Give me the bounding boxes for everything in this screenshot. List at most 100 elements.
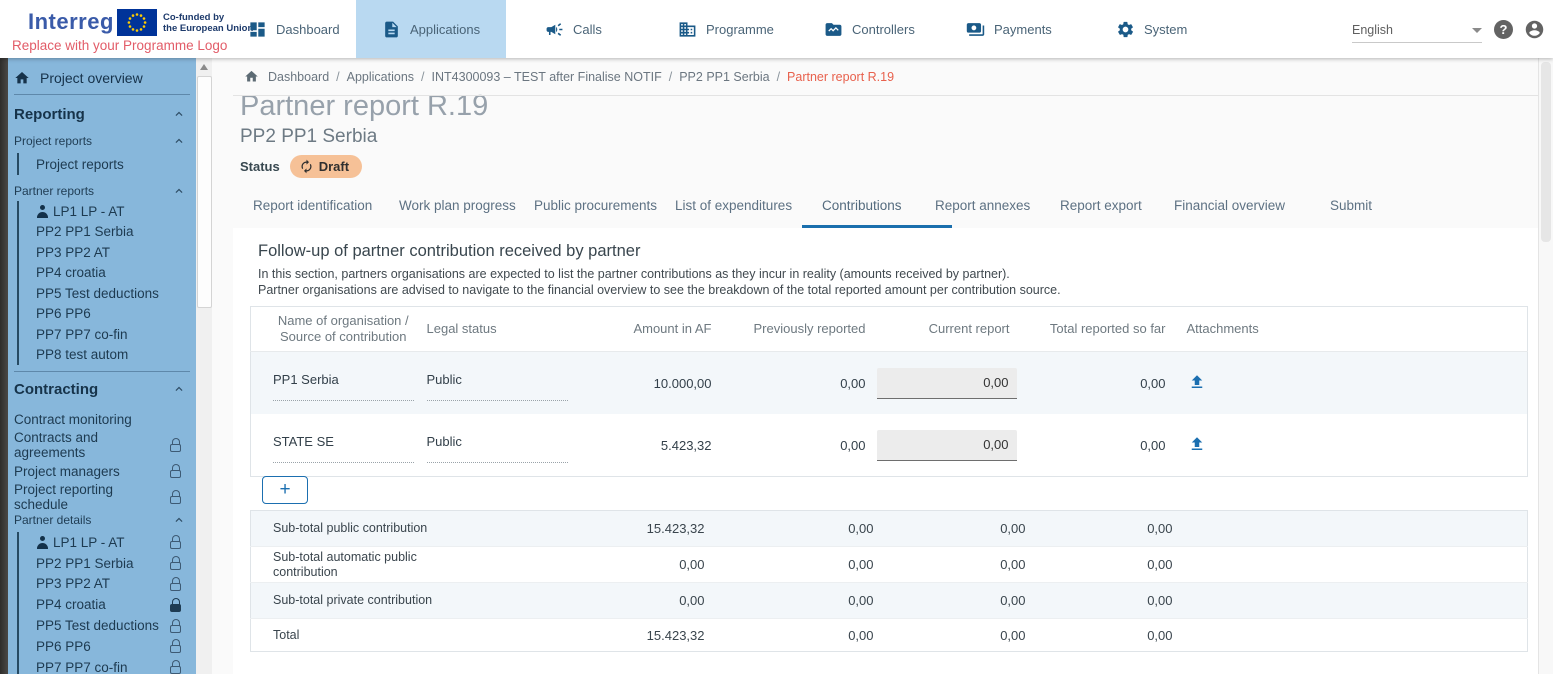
sidebar-item-partner-detail[interactable]: PP2 PP1 Serbia (19, 553, 196, 574)
sidebar-section-project-reports[interactable]: Project reports (14, 133, 186, 149)
sidebar-item-partner-report[interactable]: PP5 Test deductions (19, 283, 196, 304)
chevron-up-icon (172, 382, 186, 396)
sidebar-item-partner-report[interactable]: PP7 PP7 co-fin (19, 324, 196, 345)
upload-attachment-button[interactable] (1188, 373, 1206, 391)
current-report-input[interactable] (877, 368, 1017, 399)
sidebar-item-partner-report[interactable]: LP1 LP - AT (19, 201, 196, 222)
sidebar-item-partner-detail[interactable]: PP4 croatia (19, 594, 196, 615)
page-scrollbar-thumb[interactable] (1541, 62, 1551, 242)
subtotal-current: 0,00 (875, 511, 1027, 547)
eu-flag-icon (117, 9, 157, 36)
sidebar-item-partner-report[interactable]: PP6 PP6 (19, 304, 196, 325)
nav-dashboard[interactable]: Dashboard (248, 0, 340, 58)
add-contribution-button[interactable]: + (262, 476, 308, 504)
app-window: Interreg Co-funded by the European Union… (0, 0, 1553, 674)
upload-icon (1188, 435, 1206, 453)
account-button[interactable] (1524, 19, 1545, 40)
previously-reported-value: 0,00 (713, 352, 867, 415)
desktop-edge-strip (0, 58, 8, 674)
sidebar-item-partner-report[interactable]: PP8 test autom (19, 345, 196, 366)
scroll-up-arrow-icon[interactable] (200, 64, 208, 70)
top-bar: Interreg Co-funded by the European Union… (0, 0, 1553, 58)
active-tab-underline (802, 225, 952, 228)
chevron-down-icon (1472, 28, 1482, 33)
subtotal-current: 0,00 (875, 547, 1027, 583)
current-report-input[interactable] (877, 430, 1017, 461)
nav-applications[interactable]: Applications (356, 0, 506, 58)
sidebar-item-partner-detail[interactable]: PP6 PP6 (19, 636, 196, 657)
sidebar-item-contract-monitoring[interactable]: Contract monitoring (8, 406, 196, 432)
sidebar-item-partner-detail[interactable]: LP1 LP - AT (19, 532, 196, 553)
upload-attachment-button[interactable] (1188, 435, 1206, 453)
applications-icon (382, 20, 401, 39)
sidebar-item-project-reporting-schedule[interactable]: Project reporting schedule (8, 484, 196, 510)
lock-icon (170, 556, 182, 570)
col-header-name: Name of organisation /Source of contribu… (251, 307, 426, 352)
subtotal-label: Sub-total private contribution (273, 593, 473, 608)
tab-list-of-expenditures[interactable]: List of expenditures (675, 198, 792, 213)
sidebar-item-partner-detail[interactable]: PP3 PP2 AT (19, 574, 196, 595)
sidebar-section-partner-details[interactable]: Partner details (14, 512, 186, 528)
subtotal-public-row: Sub-total public contribution 15.423,32 … (251, 511, 1528, 547)
sidebar-item-partner-detail[interactable]: PP7 PP7 co-fin (19, 657, 196, 674)
contracting-group: Contract monitoring Contracts and agreem… (8, 406, 196, 510)
nav-controllers[interactable]: Controllers (824, 0, 915, 58)
language-select[interactable]: English (1352, 18, 1482, 43)
total-total: 0,00 (1027, 619, 1174, 652)
tab-report-export[interactable]: Report export (1060, 198, 1142, 213)
sidebar-item-contracts-agreements[interactable]: Contracts and agreements (8, 432, 196, 458)
breadcrumb-partner[interactable]: PP2 PP1 Serbia (679, 70, 769, 84)
help-button[interactable]: ? (1494, 20, 1513, 39)
sidebar-item-partner-report[interactable]: PP4 croatia (19, 263, 196, 284)
sidebar-scrollbar-thumb[interactable] (197, 76, 212, 308)
amount-af-value: 10.000,00 (579, 352, 713, 415)
chevron-up-icon (172, 134, 186, 148)
partner-details-group: LP1 LP - AT PP2 PP1 Serbia PP3 PP2 AT PP… (17, 532, 196, 674)
sidebar-scrollbar[interactable] (196, 58, 212, 674)
section-description-2: Partner organisations are advised to nav… (258, 283, 1061, 297)
org-name-field: PP1 Serbia (273, 366, 414, 401)
sidebar-section-reporting[interactable]: Reporting (14, 103, 186, 125)
status-row: Status Draft (240, 155, 362, 178)
controllers-icon (824, 20, 843, 39)
sidebar-item-project-overview[interactable]: Project overview (14, 66, 196, 90)
tab-financial-overview[interactable]: Financial overview (1174, 198, 1285, 213)
sidebar-item-partner-detail[interactable]: PP5 Test deductions (19, 615, 196, 636)
sidebar-item-project-managers[interactable]: Project managers (8, 458, 196, 484)
subtotal-automatic-public-row: Sub-total automatic public contribution … (251, 547, 1528, 583)
breadcrumb-current: Partner report R.19 (787, 70, 894, 84)
col-header-current-report: Current report (867, 307, 1018, 352)
divider (14, 94, 190, 95)
tab-submit[interactable]: Submit (1330, 198, 1372, 213)
nav-programme[interactable]: Programme (678, 0, 774, 58)
page-scrollbar[interactable] (1538, 58, 1553, 674)
tab-public-procurements[interactable]: Public procurements (534, 198, 657, 213)
upload-icon (1188, 373, 1206, 391)
previously-reported-value: 0,00 (713, 414, 867, 477)
sidebar-item-partner-report[interactable]: PP2 PP1 Serbia (19, 222, 196, 243)
breadcrumb-applications[interactable]: Applications (347, 70, 414, 84)
total-label: Total (273, 628, 473, 643)
sidebar-section-contracting[interactable]: Contracting (14, 378, 186, 400)
tab-work-plan-progress[interactable]: Work plan progress (399, 198, 516, 213)
org-name-field: STATE SE (273, 428, 414, 463)
sidebar-item-partner-report[interactable]: PP3 PP2 AT (19, 242, 196, 263)
tab-report-annexes[interactable]: Report annexes (935, 198, 1030, 213)
tab-report-identification[interactable]: Report identification (253, 198, 372, 213)
tab-contributions[interactable]: Contributions (822, 198, 902, 213)
breadcrumb-dashboard[interactable]: Dashboard (268, 70, 329, 84)
nav-calls[interactable]: Calls (545, 0, 602, 58)
nav-system[interactable]: System (1116, 0, 1187, 58)
breadcrumb-project[interactable]: INT4300093 – TEST after Finalise NOTIF (432, 70, 662, 84)
total-amount: 15.423,32 (561, 619, 706, 652)
nav-payments[interactable]: Payments (966, 0, 1052, 58)
interreg-logo: Interreg (28, 9, 114, 35)
home-icon (14, 70, 30, 86)
main-content: Dashboard / Applications / INT4300093 – … (212, 58, 1538, 674)
person-icon (36, 205, 49, 218)
sidebar-item-project-reports[interactable]: Project reports (19, 153, 196, 175)
subtotal-total: 0,00 (1027, 583, 1174, 619)
amount-af-value: 5.423,32 (579, 414, 713, 477)
status-badge: Draft (290, 155, 362, 178)
sidebar-section-partner-reports[interactable]: Partner reports (14, 183, 186, 199)
